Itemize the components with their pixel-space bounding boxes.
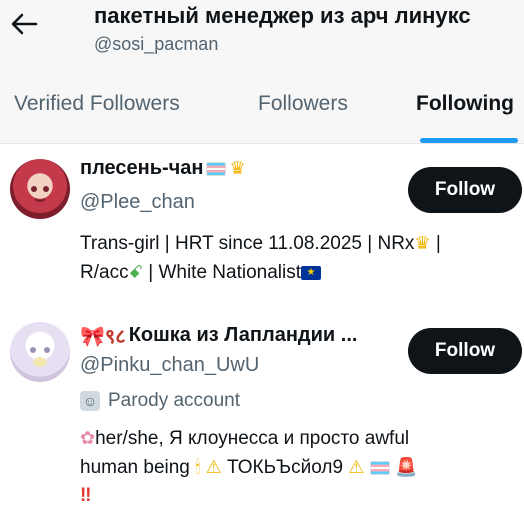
user-bio: ✿her/she, Я клоунесса и просто awful hum…	[80, 424, 512, 510]
trans-flag-icon	[206, 161, 227, 176]
follow-button[interactable]: Follow	[408, 328, 522, 374]
candle-icon: 🕯	[195, 457, 201, 477]
double-exclamation-icon: ‼	[80, 485, 92, 506]
siren-icon: 🚨	[395, 457, 418, 477]
arrow-left-icon	[11, 13, 38, 35]
avatar-image	[30, 347, 50, 367]
avatar-image	[31, 186, 49, 202]
tab-followers[interactable]: Followers	[258, 92, 348, 116]
trans-flag-icon	[369, 460, 390, 475]
profile-header: пакетный менеджер из арч линукс @sosi_pa…	[0, 0, 524, 70]
warning-icon: ⚠	[205, 457, 222, 477]
bio-text: human being	[80, 457, 190, 478]
eu-flag-icon: ★	[301, 265, 322, 280]
mask-icon: ☺	[80, 391, 100, 411]
avatar[interactable]	[10, 322, 70, 382]
bio-text: | White Nationalist	[142, 262, 302, 283]
warning-icon: ⚠	[348, 457, 365, 477]
tab-following[interactable]: Following	[416, 92, 514, 116]
user-handle[interactable]: @Pinku_chan_UwU	[80, 354, 259, 377]
user-name-text: Кошка из Лапландии ...	[128, 324, 358, 346]
user-handle[interactable]: @Plee_chan	[80, 191, 195, 214]
tab-verified-followers[interactable]: Verified Followers	[14, 92, 180, 116]
follow-button[interactable]: Follow	[408, 167, 522, 213]
snake-icon: ꗃ	[128, 262, 143, 282]
crown-icon: ♛	[414, 233, 431, 253]
bio-text: Trans-girl | HRT since 11.08.2025 | NRx	[80, 233, 415, 254]
avatar[interactable]	[10, 159, 70, 219]
name-decoration: 🎀९८	[80, 326, 126, 348]
user-name[interactable]: плесень-чан ♛	[80, 157, 246, 180]
flower-icon: ✿	[80, 428, 96, 448]
parody-text: Parody account	[108, 390, 241, 411]
user-name-text: плесень-чан	[80, 157, 204, 179]
user-name[interactable]: 🎀९८ Кошка из Лапландии ...	[80, 322, 357, 349]
tab-bar: Verified Followers Followers Following	[0, 70, 524, 144]
bio-text: her/she, Я клоунесса и просто awful	[95, 428, 410, 449]
page-title: пакетный менеджер из арч линукс	[94, 3, 471, 28]
parody-label: ☺ Parody account	[80, 390, 240, 412]
user-card-pinku[interactable]: 🎀९८ Кошка из Лапландии ... @Pinku_chan_U…	[0, 310, 524, 521]
user-card-plee[interactable]: плесень-чан ♛ @Plee_chan Follow Trans-gi…	[0, 145, 524, 310]
page-handle: @sosi_pacman	[94, 34, 219, 54]
active-tab-indicator	[420, 138, 518, 143]
crown-icon: ♛	[229, 158, 246, 178]
bio-text: |	[430, 233, 441, 254]
user-bio: Trans-girl | HRT since 11.08.2025 | NRx♛…	[80, 229, 512, 287]
bio-text: R/acc	[80, 262, 129, 283]
back-button[interactable]	[6, 6, 42, 42]
bio-text: ТОКЬЪсйол9	[226, 457, 344, 478]
